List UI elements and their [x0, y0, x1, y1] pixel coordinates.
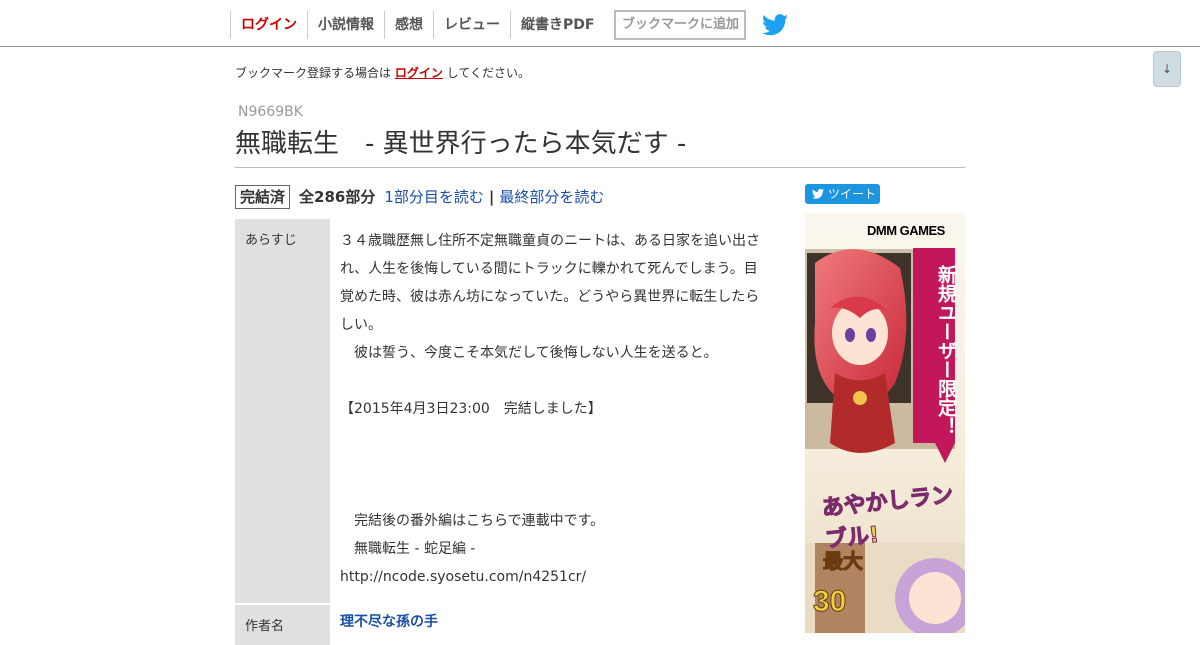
login-notice: ブックマーク登録する場合は ログイン してください。: [235, 64, 530, 81]
nav-login[interactable]: ログイン: [230, 11, 307, 39]
ad-new-user-text: 新規ユーザー限定！: [935, 265, 957, 436]
twitter-bird-icon: [812, 189, 824, 199]
ad-number: 30: [812, 585, 847, 619]
status-row: 完結済 全286部分 1部分目を読む | 最終部分を読む: [235, 184, 604, 209]
nav-novel-info[interactable]: 小説情報: [307, 11, 384, 39]
scroll-down-button[interactable]: ↓: [1153, 51, 1181, 87]
link-separator: |: [488, 187, 495, 206]
notice-suffix: してください。: [446, 66, 530, 80]
nav-impressions[interactable]: 感想: [384, 11, 433, 39]
completed-badge: 完結済: [235, 184, 291, 209]
episode-count: 全286部分: [299, 188, 376, 206]
ad-banner[interactable]: DMM GAMES 新規ユーザー限定！ あやかしランブル! 最大 30: [805, 213, 965, 633]
ad-logo: DMM GAMES: [867, 223, 945, 238]
nav-vertical-pdf[interactable]: 縦書きPDF: [510, 11, 604, 39]
nav-menu: ログイン 小説情報 感想 レビュー 縦書きPDF ブックマークに追加: [230, 10, 789, 40]
novel-title: 無職転生 - 異世界行ったら本気だす -: [235, 125, 965, 168]
add-bookmark-button[interactable]: ブックマークに追加: [614, 10, 747, 40]
ad-max-text: 最大: [823, 549, 864, 574]
notice-prefix: ブックマーク登録する場合は: [235, 66, 392, 80]
author-label: 作者名: [235, 605, 330, 645]
novel-code: N9669BK: [238, 104, 303, 120]
twitter-bird-icon[interactable]: [762, 14, 789, 36]
notice-login-link[interactable]: ログイン: [395, 66, 443, 80]
read-last-link[interactable]: 最終部分を読む: [499, 186, 604, 207]
synopsis-text: ３４歳職歴無し住所不定無職童貞のニートは、ある日家を追い出され、人生を後悔してい…: [340, 233, 760, 585]
tweet-button[interactable]: ツイート: [805, 184, 880, 204]
author-link[interactable]: 理不尽な孫の手: [340, 611, 438, 631]
nav-reviews[interactable]: レビュー: [433, 11, 510, 39]
read-first-link[interactable]: 1部分目を読む: [384, 186, 484, 207]
tweet-label: ツイート: [828, 187, 877, 201]
synopsis-label: あらすじ: [235, 219, 330, 603]
top-nav-bar: ログイン 小説情報 感想 レビュー 縦書きPDF ブックマークに追加: [0, 0, 1200, 47]
